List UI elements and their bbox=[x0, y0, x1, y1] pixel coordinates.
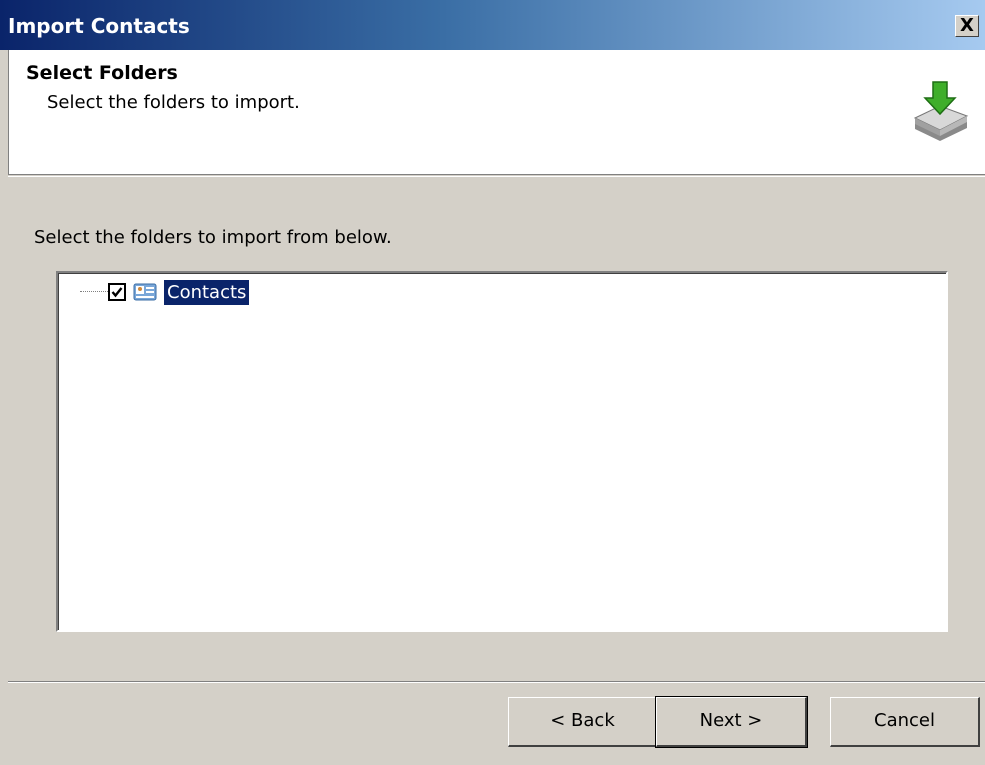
next-button[interactable]: Next > bbox=[655, 696, 808, 748]
close-button[interactable]: X bbox=[955, 15, 979, 37]
instruction-text: Select the folders to import from below. bbox=[34, 227, 392, 248]
checkmark-icon bbox=[111, 287, 123, 298]
title-bar: Import Contacts X bbox=[0, 0, 985, 50]
tree-connector bbox=[80, 291, 108, 293]
contacts-checkbox[interactable] bbox=[108, 283, 126, 301]
folder-tree[interactable]: Contacts bbox=[56, 271, 948, 632]
page-subtitle: Select the folders to import. bbox=[47, 92, 300, 113]
import-tray-arrow-icon bbox=[913, 81, 969, 141]
header-divider bbox=[8, 176, 985, 177]
cancel-button[interactable]: Cancel bbox=[830, 697, 980, 747]
back-button[interactable]: < Back bbox=[508, 697, 658, 747]
window-title: Import Contacts bbox=[8, 14, 190, 38]
tree-item-label[interactable]: Contacts bbox=[164, 279, 250, 305]
footer-divider-highlight bbox=[8, 682, 985, 683]
page-title: Select Folders bbox=[26, 62, 178, 84]
wizard-header: Select Folders Select the folders to imp… bbox=[8, 50, 985, 175]
contacts-folder-icon bbox=[133, 283, 157, 301]
tree-item-contacts[interactable]: Contacts bbox=[80, 277, 250, 307]
close-icon: X bbox=[960, 15, 974, 36]
